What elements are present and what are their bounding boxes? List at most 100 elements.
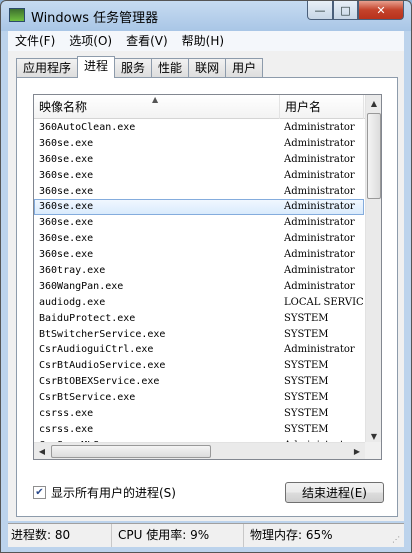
- table-row[interactable]: 360se.exe Administrator: [34, 231, 364, 247]
- menu-options[interactable]: 选项(O): [62, 31, 119, 51]
- client-area: 应用程序 进程 服务 性能 联网 用户 映像名称 ▲ 用户名 360AutoCl…: [8, 51, 404, 521]
- table-row[interactable]: BtSwitcherService.exe SYSTEM: [34, 327, 364, 343]
- process-user-name: SYSTEM: [284, 408, 329, 420]
- window-title: Windows 任务管理器: [31, 11, 159, 26]
- process-image-name: 360se.exe: [39, 217, 94, 229]
- process-user-name: SYSTEM: [284, 423, 329, 435]
- tab-strip: 应用程序 进程 服务 性能 联网 用户: [16, 56, 264, 78]
- tab-users[interactable]: 用户: [225, 58, 264, 78]
- table-row[interactable]: 360se.exe Administrator: [34, 136, 364, 152]
- column-image-name-label: 映像名称: [39, 100, 88, 114]
- process-user-name: Administrator: [284, 185, 355, 197]
- process-user-name: SYSTEM: [284, 360, 329, 372]
- table-row[interactable]: 360se.exe Administrator: [34, 168, 364, 184]
- scroll-right-icon[interactable]: ▶: [349, 443, 365, 459]
- process-image-name: BtSwitcherService.exe: [39, 328, 166, 340]
- process-image-name: CsrBtAudioService.exe: [39, 360, 166, 372]
- process-user-name: LOCAL SERVICE: [284, 296, 364, 308]
- vertical-scroll-thumb[interactable]: [367, 113, 381, 199]
- process-image-name: CsrBtService.exe: [39, 392, 136, 404]
- process-user-name: SYSTEM: [284, 328, 329, 340]
- tab-performance[interactable]: 性能: [151, 58, 190, 78]
- table-row[interactable]: 360se.exe Administrator: [34, 215, 364, 231]
- table-row[interactable]: CsrBtService.exe SYSTEM: [34, 390, 364, 406]
- menu-bar: 文件(F) 选项(O) 查看(V) 帮助(H): [8, 31, 404, 51]
- status-bar: 进程数: 80 CPU 使用率: 9% 物理内存: 65% ⋰: [8, 523, 404, 547]
- title-bar[interactable]: Windows 任务管理器 — □ ✕: [1, 1, 411, 31]
- process-user-name: Administrator: [284, 137, 355, 149]
- process-image-name: CsrAudioguiCtrl.exe: [39, 344, 154, 356]
- process-user-name: Administrator: [284, 122, 355, 133]
- process-user-name: Administrator: [284, 265, 355, 277]
- process-image-name: csrss.exe: [39, 408, 94, 420]
- end-process-button[interactable]: 结束进程(E): [285, 482, 384, 503]
- process-user-name: SYSTEM: [284, 392, 329, 404]
- table-row[interactable]: 360se.exe Administrator: [34, 199, 364, 216]
- horizontal-scroll-thumb[interactable]: [51, 445, 211, 458]
- table-row[interactable]: 360se.exe Administrator: [34, 247, 364, 263]
- table-row[interactable]: 360AutoClean.exe Administrator: [34, 120, 364, 136]
- tab-processes[interactable]: 进程: [77, 56, 116, 78]
- table-row[interactable]: audiodg.exe LOCAL SERVICE: [34, 295, 364, 311]
- process-image-name: 360se.exe: [39, 153, 94, 165]
- horizontal-scrollbar[interactable]: ◀ ▶: [34, 442, 365, 459]
- close-button[interactable]: ✕: [358, 1, 404, 20]
- process-image-name: CsrBtOBEXService.exe: [39, 376, 160, 388]
- table-row[interactable]: 360tray.exe Administrator: [34, 263, 364, 279]
- scroll-up-icon[interactable]: ▲: [366, 95, 381, 112]
- column-header-user-name[interactable]: 用户名: [280, 95, 364, 119]
- table-row[interactable]: 360se.exe Administrator: [34, 152, 364, 168]
- maximize-button[interactable]: □: [333, 1, 358, 20]
- tab-services[interactable]: 服务: [114, 58, 153, 78]
- process-image-name: 360se.exe: [39, 185, 94, 197]
- process-image-name: 360se.exe: [39, 201, 94, 213]
- process-image-name: 360WangPan.exe: [39, 280, 124, 292]
- process-list[interactable]: 映像名称 ▲ 用户名 360AutoClean.exe Administrator…: [33, 94, 382, 460]
- menu-view[interactable]: 查看(V): [119, 31, 175, 51]
- menu-help[interactable]: 帮助(H): [175, 31, 231, 51]
- vertical-scrollbar[interactable]: ▲ ▼: [365, 95, 381, 445]
- process-image-name: 360se.exe: [39, 249, 94, 261]
- checkmark-icon: ✔: [35, 487, 44, 498]
- process-image-name: 360AutoClean.exe: [39, 122, 136, 133]
- process-image-name: 360se.exe: [39, 137, 94, 149]
- resize-grip-icon[interactable]: ⋰: [392, 535, 402, 545]
- process-user-name: SYSTEM: [284, 376, 329, 388]
- process-user-name: Administrator: [284, 233, 355, 245]
- menu-file[interactable]: 文件(F): [8, 31, 62, 51]
- process-image-name: audiodg.exe: [39, 296, 106, 308]
- table-row[interactable]: 360WangPan.exe Administrator: [34, 279, 364, 295]
- process-image-name: 360tray.exe: [39, 265, 106, 277]
- status-process-count: 进程数: 80: [8, 524, 112, 547]
- process-user-name: SYSTEM: [284, 312, 329, 324]
- tab-networking[interactable]: 联网: [188, 58, 227, 78]
- minimize-button[interactable]: —: [307, 1, 333, 20]
- scrollbar-corner: [365, 442, 381, 459]
- processes-panel: 映像名称 ▲ 用户名 360AutoClean.exe Administrator…: [16, 77, 398, 517]
- table-row[interactable]: csrss.exe SYSTEM: [34, 422, 364, 438]
- task-manager-window: Windows 任务管理器 — □ ✕ 文件(F) 选项(O) 查看(V) 帮助…: [0, 0, 412, 553]
- table-row[interactable]: CsrBtOBEXService.exe SYSTEM: [34, 374, 364, 390]
- table-row[interactable]: 360se.exe Administrator: [34, 184, 364, 200]
- table-row[interactable]: BaiduProtect.exe SYSTEM: [34, 311, 364, 327]
- table-row[interactable]: CsrAudioguiCtrl.exe Administrator: [34, 342, 364, 358]
- sort-ascending-icon: ▲: [152, 95, 159, 104]
- tab-applications[interactable]: 应用程序: [16, 58, 79, 78]
- process-image-name: csrss.exe: [39, 423, 94, 435]
- scroll-left-icon[interactable]: ◀: [34, 443, 50, 459]
- show-all-users-option[interactable]: ✔ 显示所有用户的进程(S): [33, 484, 176, 501]
- table-row[interactable]: CsrBtAudioService.exe SYSTEM: [34, 358, 364, 374]
- process-user-name: Administrator: [284, 153, 355, 165]
- process-user-name: Administrator: [284, 217, 355, 229]
- status-cpu-usage: CPU 使用率: 9%: [115, 524, 244, 547]
- show-all-checkbox[interactable]: ✔: [33, 486, 46, 499]
- process-rows: 360AutoClean.exe Administrator 360se.exe Ad…: [34, 120, 364, 454]
- column-header-image-name[interactable]: 映像名称 ▲: [34, 95, 280, 119]
- process-image-name: BaiduProtect.exe: [39, 312, 136, 324]
- process-user-name: Administrator: [284, 344, 355, 356]
- list-header: 映像名称 ▲ 用户名: [34, 95, 380, 119]
- table-row[interactable]: csrss.exe SYSTEM: [34, 406, 364, 422]
- process-user-name: Administrator: [284, 169, 355, 181]
- show-all-label: 显示所有用户的进程(S): [51, 486, 176, 500]
- process-image-name: 360se.exe: [39, 169, 94, 181]
